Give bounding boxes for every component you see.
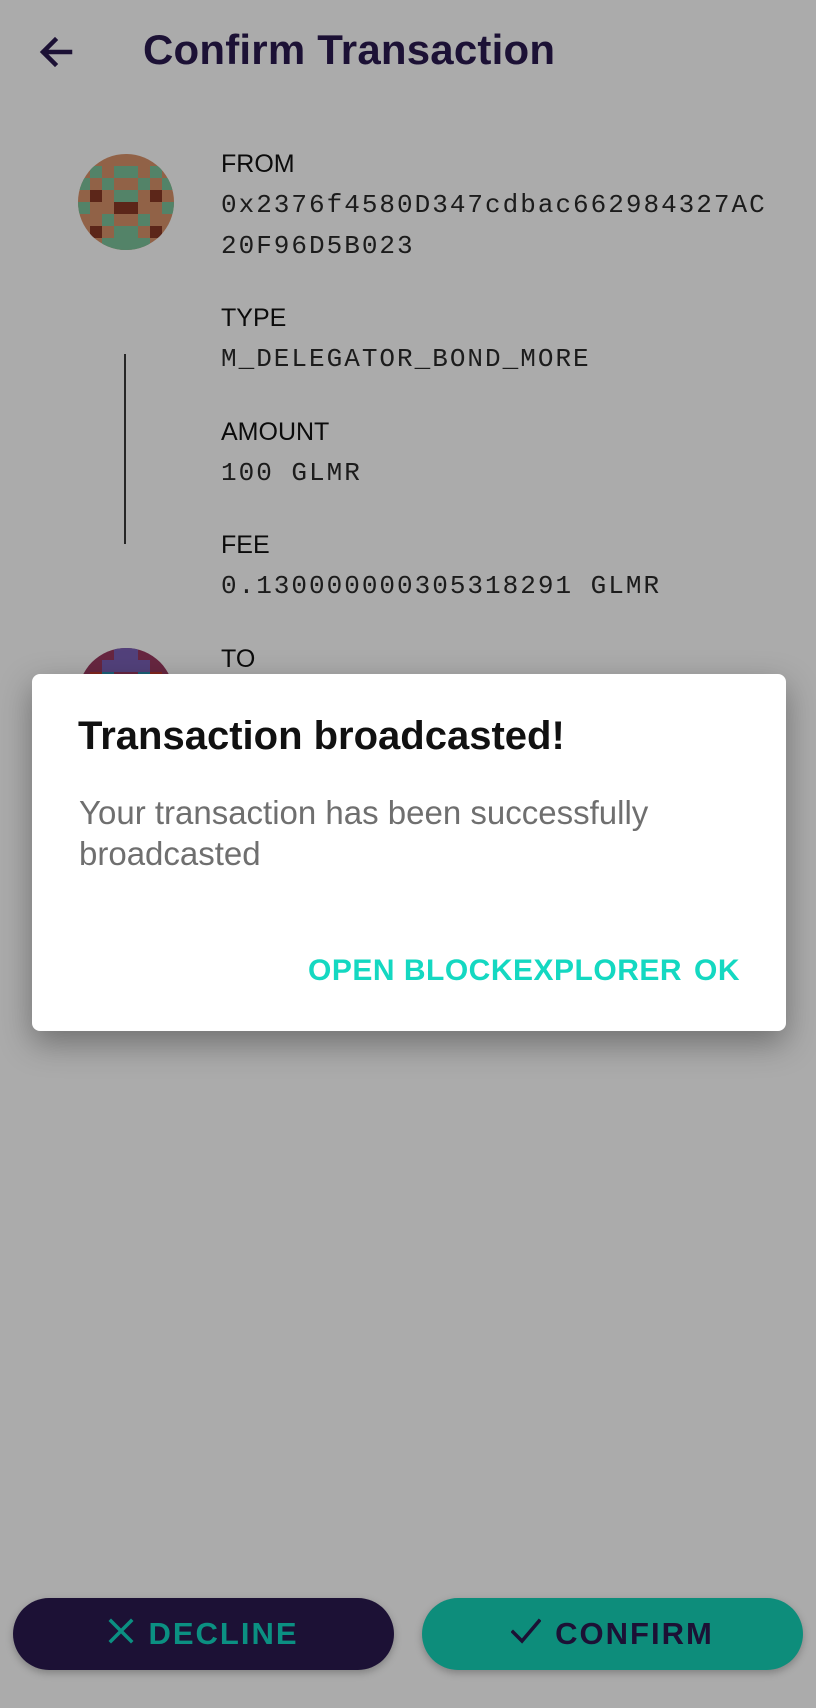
dialog-title: Transaction broadcasted!: [78, 714, 565, 758]
ok-button[interactable]: OK: [694, 954, 740, 988]
broadcast-dialog: Transaction broadcasted! Your transactio…: [32, 674, 786, 1031]
confirm-transaction-screen: Confirm Transaction FROM 0x2376f4580D347…: [0, 0, 816, 1708]
open-blockexplorer-button[interactable]: OPEN BLOCKEXPLORER: [308, 954, 682, 988]
dialog-message: Your transaction has been successfully b…: [79, 794, 649, 872]
